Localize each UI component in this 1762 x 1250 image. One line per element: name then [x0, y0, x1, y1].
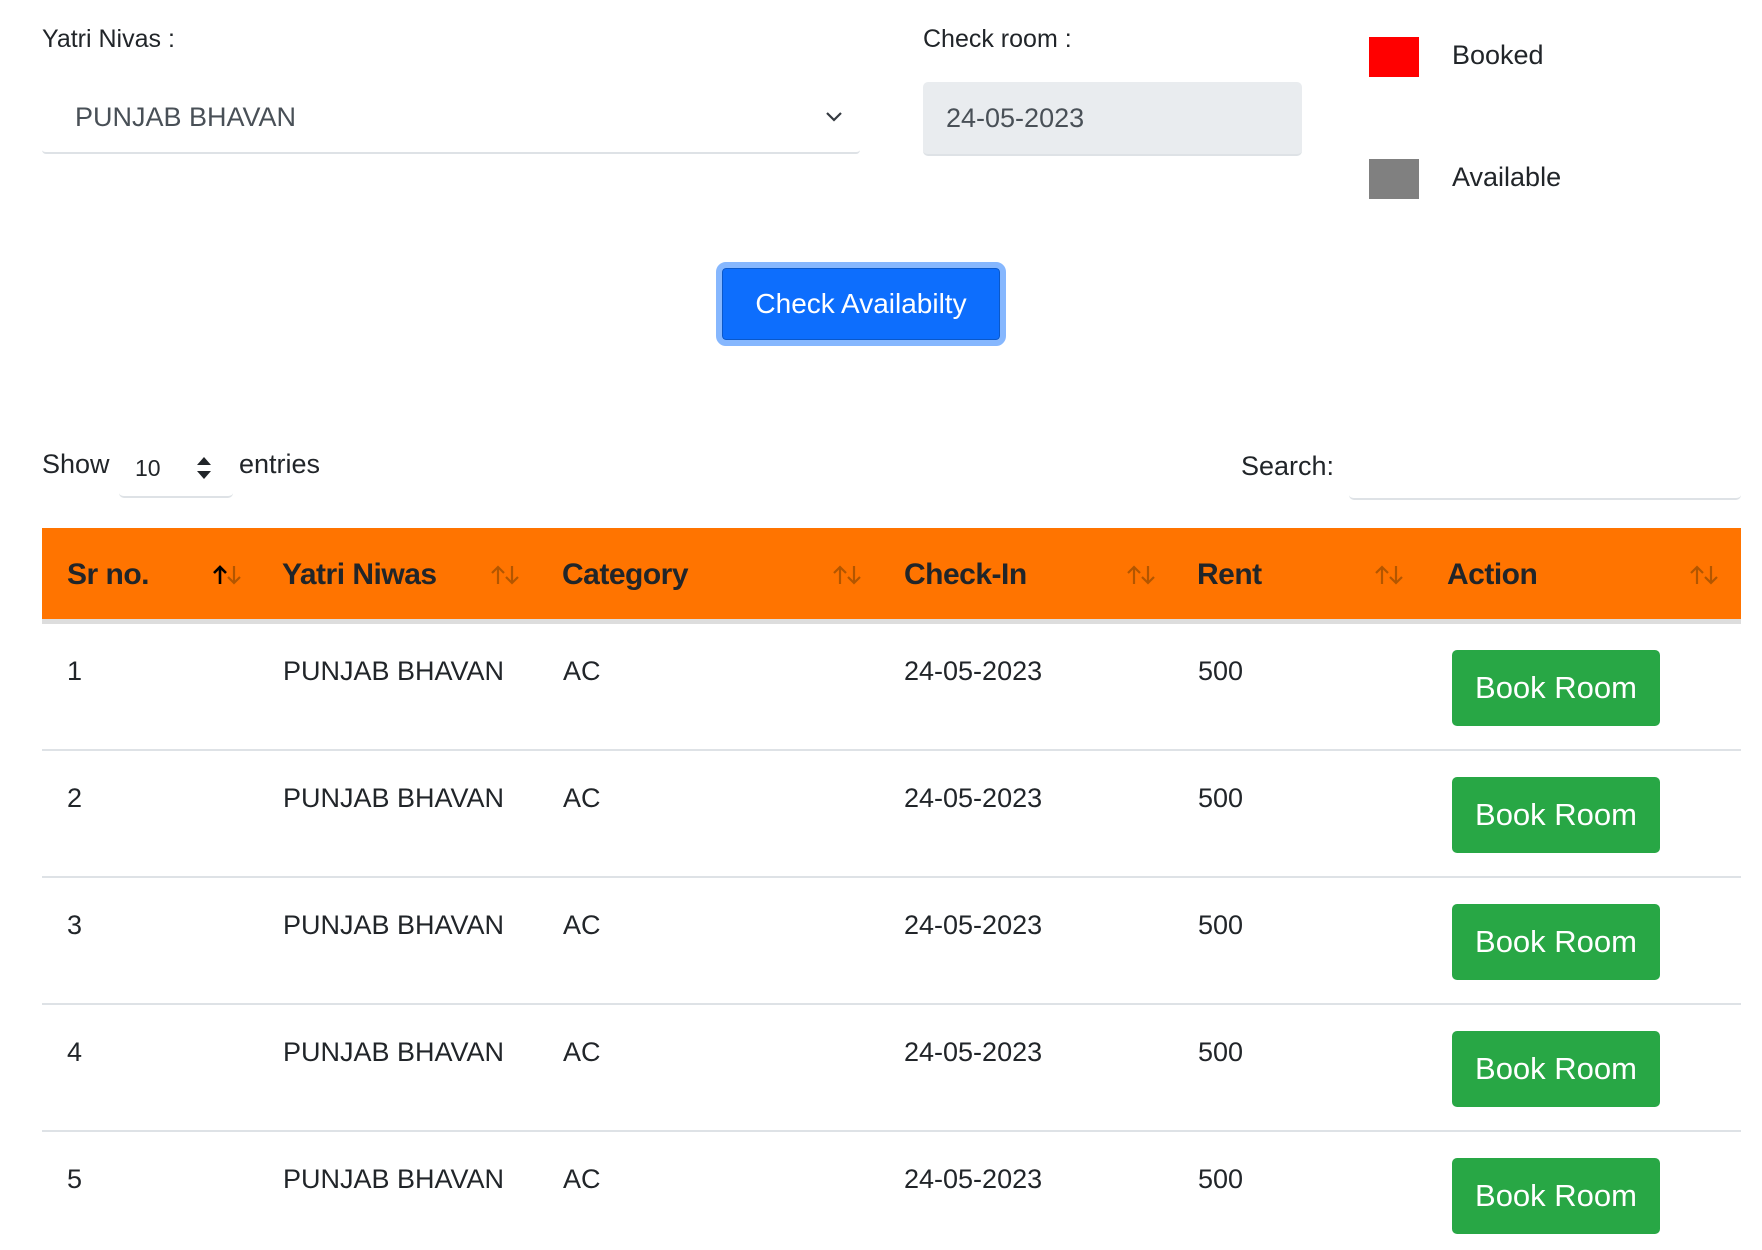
- yatri-nivas-selected-value: PUNJAB BHAVAN: [75, 102, 297, 132]
- table-header-row: Sr no. Yatri Niwas Category Check-In Ren…: [42, 528, 1741, 624]
- show-label: Show: [42, 449, 110, 479]
- cell-yatri-niwas: PUNJAB BHAVAN: [283, 1164, 505, 1194]
- yatri-nivas-select[interactable]: PUNJAB BHAVAN: [42, 82, 860, 154]
- column-header-action[interactable]: Action: [1447, 558, 1538, 592]
- cell-check-in: 24-05-2023: [904, 783, 1043, 813]
- check-room-date-field[interactable]: 24-05-2023: [923, 82, 1302, 156]
- cell-sr-no: 2: [67, 783, 83, 813]
- book-room-button[interactable]: Book Room: [1452, 1158, 1660, 1234]
- cell-yatri-niwas: PUNJAB BHAVAN: [283, 656, 505, 686]
- sort-updown-icon: [197, 457, 211, 479]
- cell-rent: 500: [1198, 1037, 1244, 1067]
- entries-length-value: 10: [135, 455, 161, 481]
- table-row: 5 PUNJAB BHAVAN AC 24-05-2023 500 Book R…: [42, 1132, 1741, 1250]
- booked-legend-label: Booked: [1452, 40, 1544, 70]
- book-room-button[interactable]: Book Room: [1452, 777, 1660, 853]
- table-row: 1 PUNJAB BHAVAN AC 24-05-2023 500 Book R…: [42, 624, 1741, 751]
- cell-category: AC: [563, 783, 601, 813]
- book-room-button[interactable]: Book Room: [1452, 1031, 1660, 1107]
- table-row: 2 PUNJAB BHAVAN AC 24-05-2023 500 Book R…: [42, 751, 1741, 878]
- entries-label: entries: [239, 449, 321, 479]
- cell-check-in: 24-05-2023: [904, 656, 1043, 686]
- cell-category: AC: [563, 910, 601, 940]
- sort-icon[interactable]: [1124, 564, 1158, 586]
- column-header-yatri-niwas[interactable]: Yatri Niwas: [282, 558, 437, 592]
- cell-rent: 500: [1198, 783, 1244, 813]
- available-swatch: [1369, 159, 1419, 199]
- column-header-check-in[interactable]: Check-In: [904, 558, 1027, 592]
- cell-sr-no: 1: [67, 656, 83, 686]
- cell-rent: 500: [1198, 1164, 1244, 1194]
- booked-swatch: [1369, 37, 1419, 77]
- book-room-button[interactable]: Book Room: [1452, 650, 1660, 726]
- cell-check-in: 24-05-2023: [904, 1037, 1043, 1067]
- table-row: 4 PUNJAB BHAVAN AC 24-05-2023 500 Book R…: [42, 1005, 1741, 1132]
- sort-icon[interactable]: [488, 564, 522, 586]
- cell-rent: 500: [1198, 656, 1244, 686]
- cell-check-in: 24-05-2023: [904, 1164, 1043, 1194]
- column-header-rent[interactable]: Rent: [1197, 558, 1262, 592]
- cell-yatri-niwas: PUNJAB BHAVAN: [283, 910, 505, 940]
- search-input[interactable]: [1349, 440, 1741, 500]
- entries-length-select[interactable]: 10: [119, 440, 233, 498]
- check-room-date-value: 24-05-2023: [946, 103, 1085, 133]
- cell-sr-no: 5: [67, 1164, 83, 1194]
- cell-check-in: 24-05-2023: [904, 910, 1043, 940]
- cell-yatri-niwas: PUNJAB BHAVAN: [283, 1037, 505, 1067]
- yatri-nivas-label: Yatri Nivas :: [42, 25, 175, 53]
- cell-category: AC: [563, 1164, 601, 1194]
- chevron-down-icon: [826, 112, 842, 122]
- search-label: Search:: [1241, 451, 1335, 481]
- sort-icon[interactable]: [1687, 564, 1721, 586]
- cell-category: AC: [563, 656, 601, 686]
- available-legend-label: Available: [1452, 162, 1562, 192]
- cell-yatri-niwas: PUNJAB BHAVAN: [283, 783, 505, 813]
- column-header-sr-no[interactable]: Sr no.: [67, 558, 150, 592]
- sort-ascending-icon[interactable]: [210, 564, 244, 586]
- cell-rent: 500: [1198, 910, 1244, 940]
- sort-icon[interactable]: [1372, 564, 1406, 586]
- column-header-category[interactable]: Category: [562, 558, 689, 592]
- cell-category: AC: [563, 1037, 601, 1067]
- check-room-label: Check room :: [923, 25, 1072, 53]
- check-availability-button[interactable]: Check Availabilty: [716, 262, 1006, 346]
- book-room-button[interactable]: Book Room: [1452, 904, 1660, 980]
- cell-sr-no: 4: [67, 1037, 83, 1067]
- table-row: 3 PUNJAB BHAVAN AC 24-05-2023 500 Book R…: [42, 878, 1741, 1005]
- cell-sr-no: 3: [67, 910, 83, 940]
- sort-icon[interactable]: [830, 564, 864, 586]
